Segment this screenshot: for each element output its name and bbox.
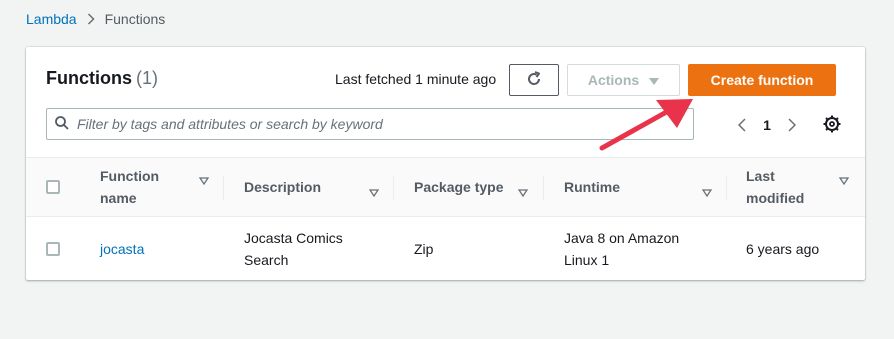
caret-down-icon [649, 72, 660, 88]
gear-icon [823, 115, 841, 133]
cell-description: Jocasta Comics Search [244, 217, 364, 280]
select-all-checkbox[interactable] [46, 180, 60, 194]
runtime-text: Java 8 on Amazon Linux 1 [564, 229, 680, 268]
select-all-cell [46, 158, 60, 216]
row-checkbox[interactable] [46, 241, 60, 256]
column-label-runtime: Runtime [564, 179, 620, 195]
last-modified-text: 6 years ago [746, 240, 820, 257]
column-header-last-modified[interactable]: Last modified [746, 158, 816, 216]
column-divider [726, 176, 727, 200]
breadcrumb-lambda-link[interactable]: Lambda [26, 11, 77, 27]
column-label-function-name: Function name [100, 168, 160, 206]
column-header-package-type[interactable]: Package type [414, 158, 504, 216]
function-name-link[interactable]: jocasta [100, 238, 144, 260]
column-label-last-modified: Last modified [746, 168, 805, 206]
actions-label: Actions [587, 72, 640, 88]
cell-runtime: Java 8 on Amazon Linux 1 [564, 217, 704, 280]
create-function-button[interactable]: Create function [688, 64, 836, 96]
current-page-number[interactable]: 1 [754, 117, 780, 133]
sort-caret-icon[interactable] [701, 184, 713, 200]
column-divider [223, 176, 224, 200]
chevron-left-icon [738, 118, 746, 132]
sort-caret-icon[interactable] [517, 184, 529, 200]
search-icon [55, 115, 69, 133]
chevron-right-icon [87, 13, 95, 25]
last-fetched-text: Last fetched 1 minute ago [335, 71, 497, 87]
panel-title-text: Functions [46, 68, 132, 88]
description-text: Jocasta Comics Search [244, 229, 343, 268]
annotation-arrow-icon [599, 99, 693, 151]
table-row: jocasta Jocasta Comics Search Zip Java 8… [26, 217, 865, 280]
chevron-right-icon [788, 118, 796, 132]
filter-search-box[interactable] [46, 108, 694, 140]
table-header: Function name Description Package type R… [26, 157, 865, 217]
breadcrumb-current: Functions [104, 11, 166, 27]
panel-title: Functions (1) [46, 68, 158, 89]
row-select-cell [46, 217, 60, 280]
function-count: (1) [136, 68, 158, 88]
package-type-text: Zip [414, 240, 434, 257]
functions-panel: Functions (1) Last fetched 1 minute ago A… [26, 47, 865, 280]
refresh-icon [525, 70, 543, 91]
next-page-button[interactable] [780, 113, 804, 137]
column-label-description: Description [244, 179, 322, 195]
pagination: 1 [730, 113, 804, 137]
previous-page-button[interactable] [730, 113, 754, 137]
actions-dropdown-button[interactable]: Actions [567, 64, 680, 96]
breadcrumb: Lambda Functions [26, 11, 165, 27]
column-divider [393, 176, 394, 200]
cell-last-modified: 6 years ago [746, 217, 819, 280]
column-header-function-name[interactable]: Function name [100, 158, 190, 216]
cell-package-type: Zip [414, 217, 433, 280]
column-header-runtime[interactable]: Runtime [564, 158, 620, 216]
table-settings-button[interactable] [821, 113, 843, 135]
column-label-package-type: Package type [414, 179, 504, 195]
filter-search-input[interactable] [77, 116, 677, 132]
sort-caret-icon[interactable] [368, 184, 380, 200]
column-divider [543, 176, 544, 200]
cell-function-name: jocasta [100, 217, 144, 280]
sort-caret-icon[interactable] [198, 172, 210, 188]
sort-caret-icon[interactable] [838, 172, 850, 188]
column-header-description[interactable]: Description [244, 158, 321, 216]
refresh-button[interactable] [509, 64, 559, 96]
